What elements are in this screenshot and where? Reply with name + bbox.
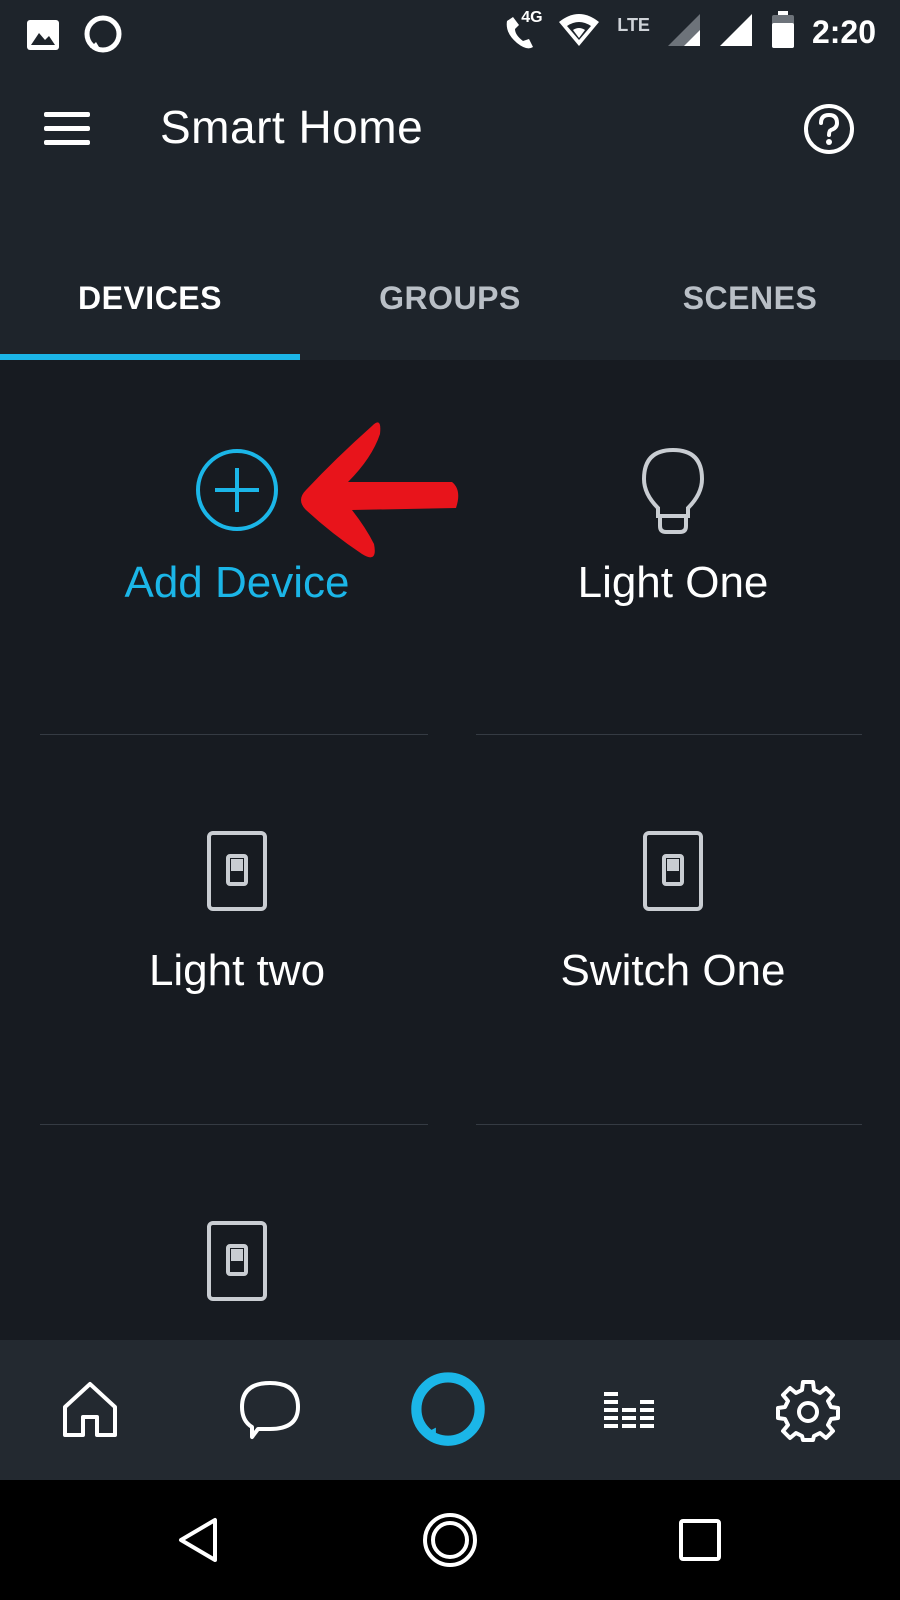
row-divider [40,1124,428,1125]
tab-devices[interactable]: DEVICES [0,264,300,360]
hamburger-menu-icon [44,112,90,145]
nav-home-button[interactable] [50,1370,130,1450]
app-bar: Smart Home [0,64,900,264]
system-nav-bar [0,1480,900,1600]
wifi-call-icon: 4G [501,9,543,53]
system-back-button[interactable] [170,1510,230,1570]
light-switch-icon [206,1220,268,1307]
annotation-arrow-icon [296,418,468,570]
device-tile-partial[interactable] [20,1140,454,1340]
home-circle-icon [423,1513,477,1567]
alexa-ring-icon [82,14,124,61]
nav-settings-button[interactable] [768,1370,848,1450]
add-circle-icon [193,446,281,539]
row-divider [476,1124,862,1125]
chat-icon [240,1381,300,1439]
network-label: LTE [617,15,650,35]
nav-music-button[interactable] [590,1370,670,1450]
status-bar-right: 4G LTE 2:20 [501,9,876,55]
system-recents-button[interactable] [670,1510,730,1570]
signal-icon [718,12,754,53]
help-circle-icon [804,104,854,154]
device-label-light-two: Light two [148,946,326,995]
wifi-icon [557,10,601,55]
help-button[interactable] [802,102,856,156]
battery-icon [770,11,796,54]
back-icon [179,1518,217,1562]
light-switch-icon [642,830,704,917]
image-icon [26,19,60,56]
device-label-switch-one: Switch One [560,946,786,995]
alexa-icon [411,1372,485,1446]
row-divider [40,734,428,735]
row-divider [476,734,862,735]
device-tile-light-one[interactable]: Light One [456,360,890,750]
tab-scenes[interactable]: SCENES [600,264,900,360]
smart-home-screen: 4G LTE 2:20 Smart Home DEVICES GROUPS SC… [0,0,900,1600]
light-bulb-icon [638,446,708,543]
recents-icon [679,1519,721,1561]
menu-button[interactable] [40,104,96,152]
device-tile-switch-one[interactable]: Switch One [456,750,890,1140]
signal-icon [666,12,702,53]
settings-icon [776,1380,840,1442]
status-time: 2:20 [811,14,876,50]
tab-groups[interactable]: GROUPS [300,264,600,360]
status-bar: 4G LTE 2:20 [0,0,900,64]
system-home-button[interactable] [420,1510,480,1570]
nav-alexa-button[interactable] [408,1370,488,1450]
device-label-light-one: Light One [577,558,769,607]
music-icon [604,1392,654,1428]
call-badge: 4G [521,8,543,26]
page-title: Smart Home [160,101,424,153]
light-switch-icon [206,830,268,917]
device-tile-light-two[interactable]: Light two [20,750,454,1140]
status-bar-left [26,14,124,61]
bottom-nav [0,1340,900,1480]
home-icon [63,1382,117,1437]
nav-chat-button[interactable] [230,1370,310,1450]
tab-bar: DEVICES GROUPS SCENES [0,264,900,360]
